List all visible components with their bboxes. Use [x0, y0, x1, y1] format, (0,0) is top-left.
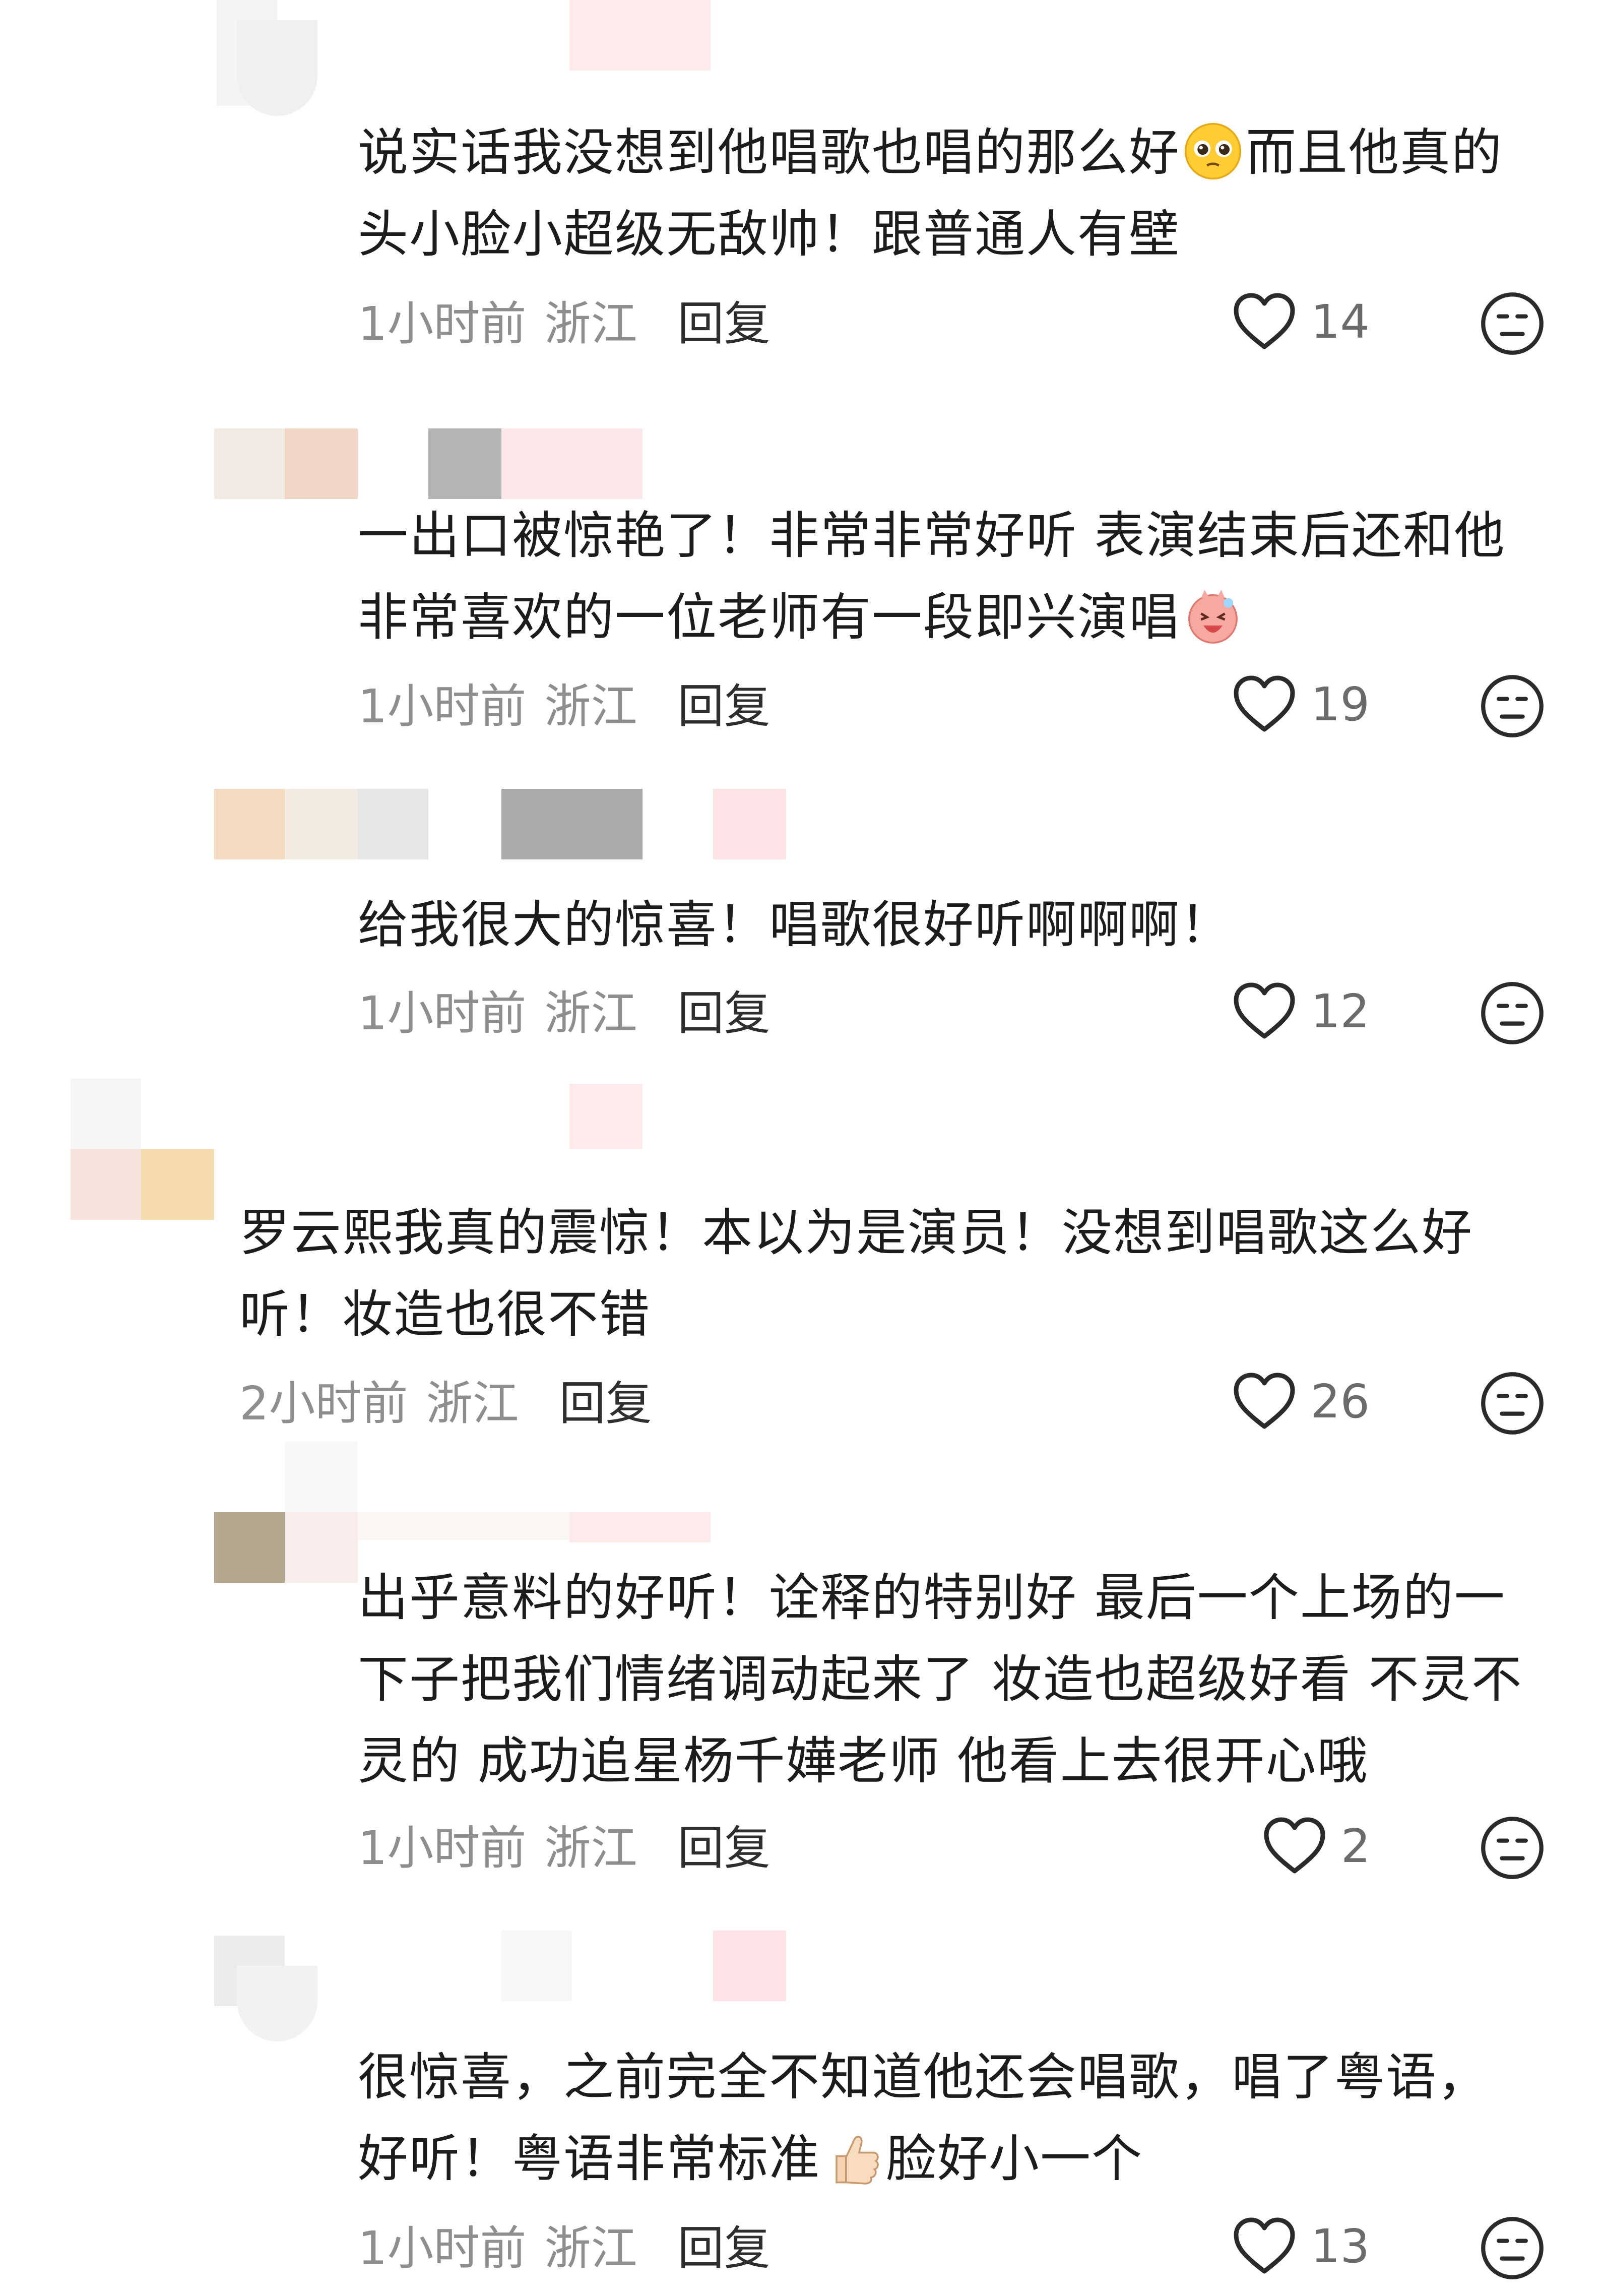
comment-meta: 2小时前 浙江 回复: [239, 1366, 652, 1433]
comment-time: 1小时前: [358, 679, 527, 733]
comment-location: 浙江: [544, 679, 637, 733]
comment-time: 1小时前: [358, 2221, 527, 2275]
like-button[interactable]: 14: [1232, 289, 1370, 354]
comment-text: 出乎意料的好听！诠释的特别好 最后一个上场的一 下子把我们情绪调动起来了 妆造也…: [358, 1568, 1523, 1790]
neutral-face-icon[interactable]: [1479, 673, 1546, 739]
like-button[interactable]: 13: [1232, 2213, 1370, 2279]
heart-outline-icon: [1264, 1817, 1325, 1874]
comment-time: 1小时前: [358, 986, 527, 1040]
comment-meta: 1小时前 浙江 回复: [358, 672, 771, 733]
neutral-face-icon[interactable]: [1479, 980, 1546, 1046]
neutral-face-icon[interactable]: [1479, 1370, 1546, 1437]
like-button[interactable]: 2: [1262, 1813, 1371, 1879]
comment-time: 2小时前: [239, 1376, 408, 1431]
comment-meta: 1小时前 浙江 回复: [358, 979, 771, 1040]
neutral-face-icon[interactable]: [1479, 1815, 1546, 1881]
heart-outline-icon: [1234, 675, 1295, 732]
like-count: 26: [1311, 1374, 1370, 1429]
heart-outline-icon: [1234, 293, 1295, 349]
like-button[interactable]: 19: [1232, 671, 1370, 737]
neutral-face-icon[interactable]: [1479, 290, 1546, 357]
reply-button[interactable]: 回复: [678, 2211, 771, 2278]
comment-text: 给我很大的惊喜！唱歌很好听啊啊啊！: [358, 895, 1232, 954]
comment-location: 浙江: [426, 1376, 519, 1431]
thumbs-up-emoji: [836, 2136, 879, 2185]
reply-button[interactable]: 回复: [678, 976, 771, 1043]
like-button[interactable]: 12: [1232, 978, 1370, 1044]
comment-text: 一出口被惊艳了！非常非常好听 表演结束后还和他 非常喜欢的一位老师有一段即兴演唱: [358, 506, 1506, 647]
reply-button[interactable]: 回复: [678, 1811, 771, 1878]
comment-time: 1小时前: [358, 1821, 527, 1875]
reply-button[interactable]: 回复: [678, 286, 771, 353]
comment-meta: 1小时前 浙江 回复: [358, 2214, 771, 2275]
comment-meta: 1小时前 浙江 回复: [358, 286, 771, 353]
comment-text: 说实话我没想到他唱歌也唱的那么好 而且他真的 头小脸小超级无敌帅！跟普通人有壁: [358, 112, 1503, 275]
comment-time: 1小时前: [358, 296, 527, 351]
comment-meta: 1小时前 浙江 回复: [358, 1814, 771, 1875]
like-count: 19: [1311, 677, 1370, 731]
neutral-face-icon[interactable]: [1479, 2215, 1546, 2281]
comment-location: 浙江: [544, 2221, 637, 2275]
comment-location: 浙江: [544, 1821, 637, 1875]
like-count: 14: [1311, 294, 1370, 349]
comment-text: 很惊喜，之前完全不知道他还会唱歌，唱了粤语， 好听！粤语非常标准 脸好小一个: [358, 2047, 1489, 2188]
pleading-face-emoji: [1184, 122, 1242, 180]
comment-location: 浙江: [544, 296, 637, 351]
heart-outline-icon: [1234, 982, 1295, 1039]
like-button[interactable]: 26: [1232, 1369, 1370, 1434]
reply-button[interactable]: 回复: [559, 1366, 652, 1433]
comment-text: 罗云熙我真的震惊！本以为是演员！没想到唱歌这么好 听！妆造也很不错: [239, 1203, 1473, 1344]
heart-outline-icon: [1234, 2217, 1295, 2274]
reply-button[interactable]: 回复: [678, 669, 771, 736]
laughing-pig-emoji: [1188, 590, 1238, 644]
like-count: 13: [1311, 2219, 1370, 2273]
heart-outline-icon: [1234, 1373, 1295, 1429]
like-count: 12: [1311, 984, 1370, 1038]
like-count: 2: [1341, 1819, 1371, 1873]
comment-location: 浙江: [544, 986, 637, 1040]
